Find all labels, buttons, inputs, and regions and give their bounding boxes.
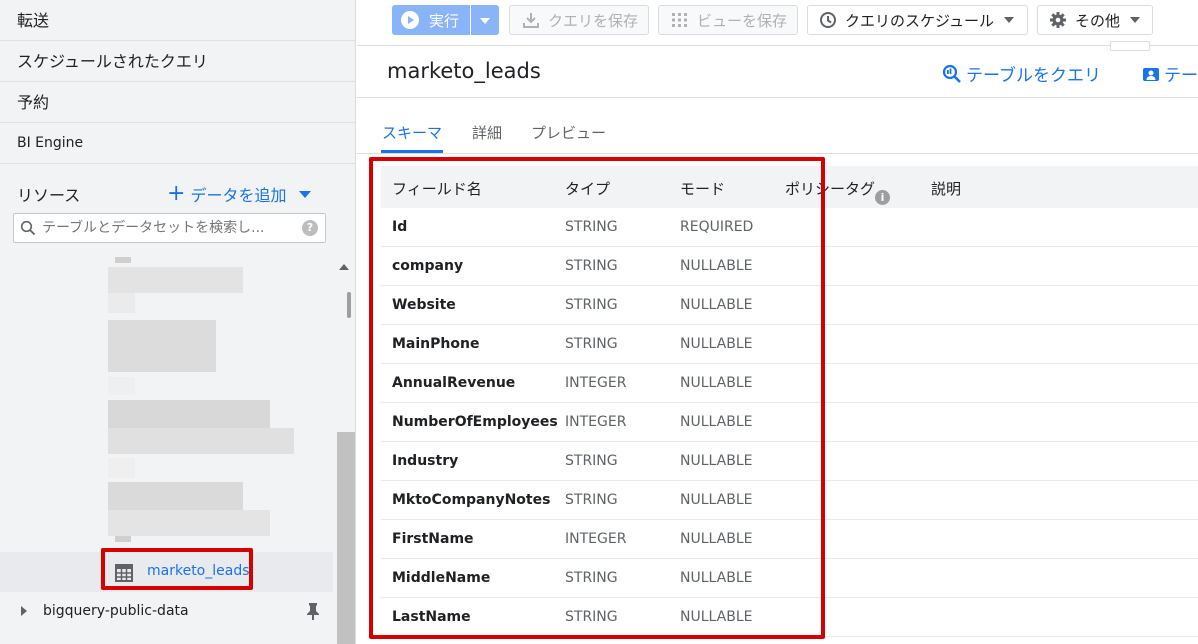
more-button[interactable]: その他 — [1037, 5, 1153, 35]
blurred-item — [115, 257, 131, 263]
gear-icon — [1050, 12, 1066, 28]
add-data-label: データを追加 — [190, 186, 287, 205]
nav-item-scheduled-queries[interactable]: スケジュールされたクエリ — [0, 41, 355, 82]
schedule-query-button[interactable]: クエリのスケジュール — [807, 5, 1028, 35]
grid-dots-icon — [672, 13, 687, 27]
active-tab-indicator — [381, 150, 443, 153]
info-icon[interactable]: i — [875, 190, 891, 205]
detail-tabs: スキーマ 詳細 プレビュー — [357, 112, 1198, 154]
blurred-item — [108, 320, 216, 372]
main-panel: 実行 クエリを保存 ビューを保存 クエリのスケジュール その他 marketo_… — [357, 0, 1198, 644]
save-query-button[interactable]: クエリを保存 — [509, 5, 649, 35]
tree-item-bigquery-public-data[interactable]: bigquery-public-data — [0, 600, 333, 624]
resource-tree: marketo_leads bigquery-public-data — [0, 250, 333, 644]
nav-item-reservations[interactable]: 予約 — [0, 82, 355, 123]
resources-header: リソース + データを追加 — [0, 172, 355, 212]
query-search-icon — [942, 64, 961, 83]
toolbar: 実行 クエリを保存 ビューを保存 クエリのスケジュール その他 — [357, 0, 1198, 51]
chevron-down-icon — [299, 190, 312, 198]
blurred-item — [115, 536, 131, 542]
chevron-down-icon — [1003, 17, 1014, 23]
clock-icon — [820, 12, 836, 28]
scroll-thumb[interactable] — [337, 432, 355, 644]
chevron-down-icon — [1130, 17, 1141, 23]
blurred-item — [108, 400, 270, 428]
nav-item-transfers[interactable]: 転送 — [0, 0, 355, 41]
save-view-button[interactable]: ビューを保存 — [658, 5, 798, 35]
blurred-item — [108, 458, 135, 478]
share-icon — [1143, 67, 1159, 81]
column-header-description: 説明 — [931, 180, 962, 198]
search-input[interactable] — [42, 218, 297, 238]
nav-item-bi-engine[interactable]: BI Engine — [0, 123, 355, 164]
run-button[interactable]: 実行 — [392, 5, 499, 35]
scroll-up-arrow-icon[interactable] — [339, 264, 349, 270]
play-icon — [401, 11, 419, 29]
resources-label: リソース — [17, 186, 81, 205]
tab-preview[interactable]: プレビュー — [531, 122, 606, 143]
page-title: marketo_leads — [387, 59, 541, 83]
schedule-query-label: クエリのスケジュール — [845, 11, 994, 30]
scroll-thumb-indicator — [347, 292, 351, 318]
plus-icon: + — [167, 181, 186, 206]
resource-search[interactable]: ? — [13, 213, 326, 243]
query-table-label: テーブルをクエリ — [966, 66, 1101, 86]
blurred-item — [108, 482, 243, 510]
run-split-divider — [470, 5, 471, 35]
blurred-item — [108, 428, 294, 454]
blurred-item — [108, 377, 135, 395]
download-icon — [523, 13, 539, 28]
sidebar-scrollbar[interactable] — [337, 258, 355, 644]
query-table-link[interactable]: テーブルをクエリ — [942, 61, 1101, 86]
tab-schema[interactable]: スキーマ — [382, 122, 442, 143]
project-name: bigquery-public-data — [43, 603, 189, 619]
blurred-item — [108, 267, 243, 293]
share-table-link[interactable]: テー — [1142, 61, 1198, 86]
expand-arrow-icon[interactable] — [21, 606, 27, 616]
share-label: テー — [1164, 66, 1198, 86]
save-view-label: ビューを保存 — [697, 11, 788, 30]
sidebar: 転送 スケジュールされたクエリ 予約 BI Engine リソース + データを… — [0, 0, 356, 644]
blurred-item — [108, 293, 135, 313]
run-label: 実行 — [429, 12, 460, 30]
search-icon — [20, 220, 36, 236]
highlight-box — [101, 548, 253, 590]
more-label: その他 — [1075, 11, 1121, 30]
chevron-down-icon[interactable] — [480, 18, 490, 24]
help-icon[interactable]: ? — [302, 220, 318, 236]
highlight-box — [369, 157, 825, 639]
blurred-item — [108, 510, 270, 536]
table-header: marketo_leads テーブルをクエリ テー — [357, 46, 1198, 98]
tab-details[interactable]: 詳細 — [472, 122, 502, 143]
add-data-button[interactable]: + データを追加 — [167, 181, 312, 206]
save-query-label: クエリを保存 — [548, 11, 639, 30]
pin-icon[interactable] — [306, 602, 320, 620]
